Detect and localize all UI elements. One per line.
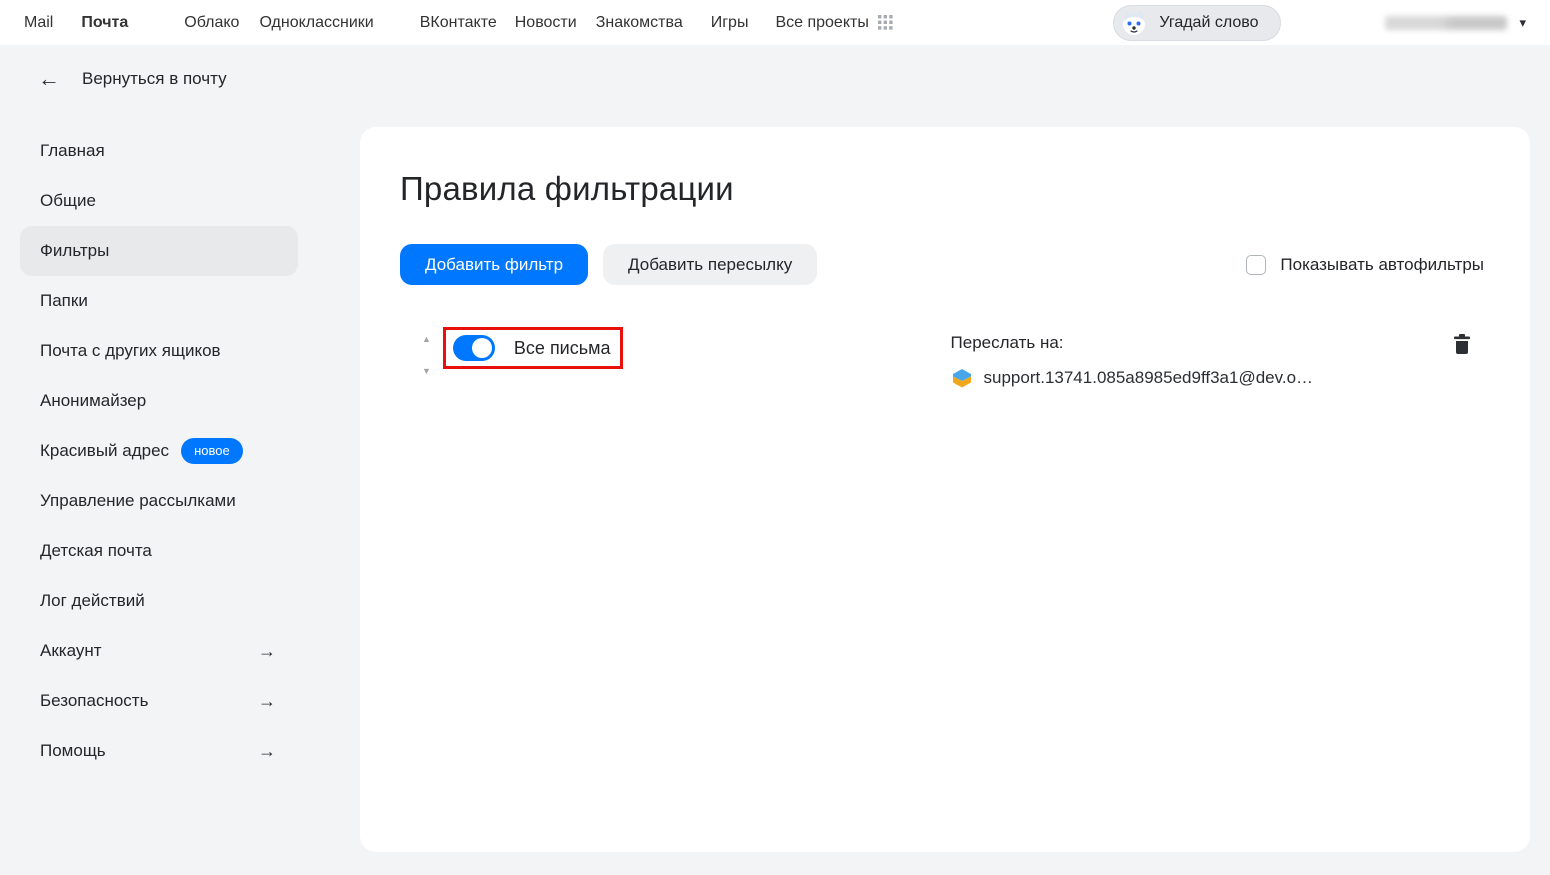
nav-all-projects[interactable]: Все проекты: [775, 14, 892, 32]
highlight-annotation-box: Все письма: [443, 327, 623, 369]
forward-label: Переслать на:: [951, 333, 1314, 353]
account-menu[interactable]: ▾: [1385, 16, 1526, 30]
arrow-right-icon: →: [258, 741, 276, 762]
forward-info: Переслать на: support.13741.085a8985ed9f…: [951, 333, 1314, 389]
help-label: Помощь: [40, 741, 106, 761]
nav-novosti[interactable]: Новости: [515, 14, 577, 32]
sidebar-item-kids-mail[interactable]: Детская почта: [20, 526, 298, 576]
sidebar-item-other-mailboxes[interactable]: Почта с других ящиков: [20, 326, 298, 376]
show-autofilters-control[interactable]: Показывать автофильтры: [1246, 255, 1484, 275]
mail-service-logo-icon: [951, 367, 973, 389]
mail-logo[interactable]: Mail: [24, 14, 53, 32]
new-badge: новое: [181, 438, 243, 464]
filter-enabled-toggle[interactable]: [453, 335, 495, 361]
arrow-right-icon: →: [258, 691, 276, 712]
sidebar-item-beautiful-address[interactable]: Красивый адрес новое: [20, 426, 298, 476]
topbar-right: Угадай слово ▾: [1113, 5, 1526, 41]
guess-word-label: Угадай слово: [1159, 14, 1258, 32]
delete-filter-button[interactable]: [1452, 333, 1472, 355]
back-to-mail-link[interactable]: ← Вернуться в почту: [38, 68, 227, 90]
grid-icon: [878, 15, 893, 30]
sidebar-item-action-log[interactable]: Лог действий: [20, 576, 298, 626]
sidebar-item-glavnaya[interactable]: Главная: [20, 126, 298, 176]
filter-reorder-controls: ▲ ▼: [422, 335, 431, 376]
sidebar-item-mailing-management[interactable]: Управление рассылками: [20, 476, 298, 526]
show-autofilters-label: Показывать автофильтры: [1280, 255, 1484, 275]
settings-sidebar: Главная Общие Фильтры Папки Почта с друг…: [20, 126, 298, 776]
sidebar-item-account[interactable]: Аккаунт →: [20, 626, 298, 676]
move-down-button[interactable]: ▼: [422, 367, 431, 376]
move-up-button[interactable]: ▲: [422, 335, 431, 344]
caret-down-icon: ▾: [1519, 16, 1526, 29]
sidebar-item-security[interactable]: Безопасность →: [20, 676, 298, 726]
filter-name-link[interactable]: Все письма: [514, 338, 611, 359]
filter-rule-row: ▲ ▼ Все письма Переслать на: support.137…: [400, 327, 1490, 389]
show-autofilters-checkbox[interactable]: [1246, 255, 1266, 275]
filters-settings-card: Правила фильтрации Добавить фильтр Добав…: [360, 127, 1530, 852]
nav-igry[interactable]: Игры: [711, 14, 749, 32]
arrow-right-icon: →: [258, 641, 276, 662]
trash-icon: [1452, 343, 1472, 358]
topbar: Mail Почта Облако Одноклассники ВКонтакт…: [0, 0, 1550, 45]
sidebar-item-anonymizer[interactable]: Анонимайзер: [20, 376, 298, 426]
sidebar-item-filtry[interactable]: Фильтры: [20, 226, 298, 276]
sidebar-item-papki[interactable]: Папки: [20, 276, 298, 326]
husky-mascot-icon: [1119, 8, 1149, 38]
nav-vkontakte[interactable]: ВКонтакте: [420, 14, 497, 32]
sidebar-item-obschie[interactable]: Общие: [20, 176, 298, 226]
add-forwarding-button[interactable]: Добавить пересылку: [603, 244, 817, 285]
back-label: Вернуться в почту: [82, 69, 227, 89]
security-label: Безопасность: [40, 691, 148, 711]
all-projects-label: Все проекты: [775, 14, 868, 32]
account-label: Аккаунт: [40, 641, 102, 661]
nav-odnoklassniki[interactable]: Одноклассники: [259, 14, 373, 32]
guess-word-game-button[interactable]: Угадай слово: [1113, 5, 1281, 41]
account-email-redacted: [1385, 16, 1507, 30]
nav-pochta[interactable]: Почта: [81, 14, 128, 32]
add-filter-button[interactable]: Добавить фильтр: [400, 244, 588, 285]
filters-toolbar: Добавить фильтр Добавить пересылку Показ…: [400, 244, 1490, 285]
forward-address-row: support.13741.085a8985ed9ff3a1@dev.o…: [951, 367, 1314, 389]
beautiful-address-label: Красивый адрес: [40, 441, 169, 461]
forward-address-text: support.13741.085a8985ed9ff3a1@dev.o…: [984, 368, 1314, 388]
page-title: Правила фильтрации: [400, 170, 1490, 208]
back-arrow-icon: ←: [38, 68, 60, 90]
nav-znakomstva[interactable]: Знакомства: [596, 14, 683, 32]
nav-oblako[interactable]: Облако: [184, 14, 239, 32]
sidebar-item-help[interactable]: Помощь →: [20, 726, 298, 776]
